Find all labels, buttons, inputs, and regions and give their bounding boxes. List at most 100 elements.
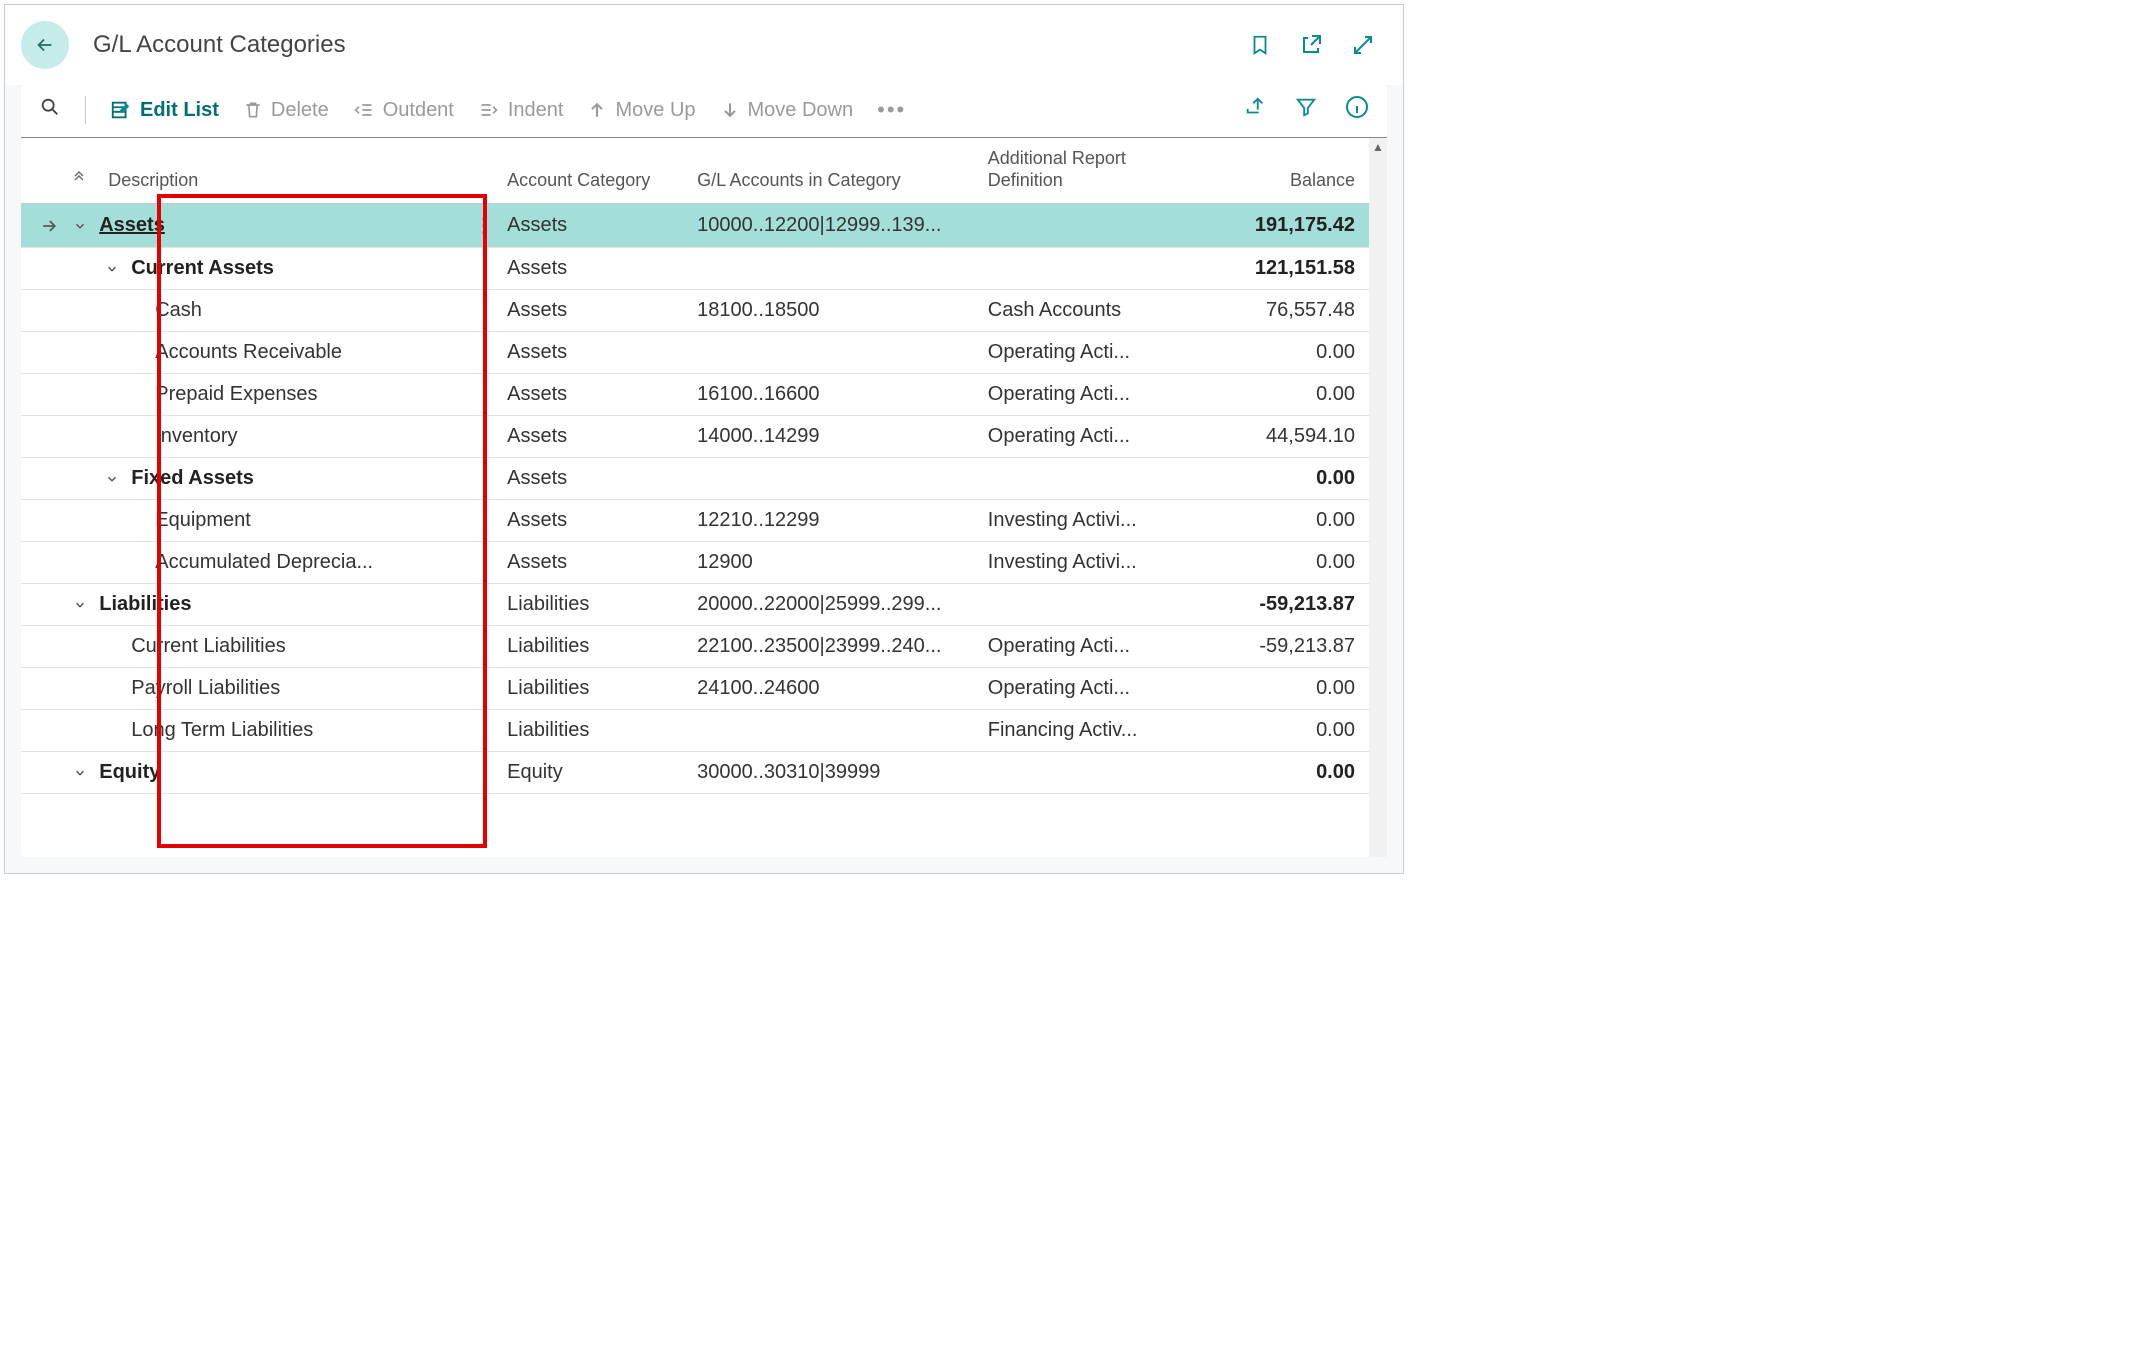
- account-category-cell[interactable]: Assets: [497, 542, 687, 584]
- more-options-icon[interactable]: ⋮: [474, 213, 494, 238]
- table-row[interactable]: Prepaid ExpensesAssets16100..16600Operat…: [21, 374, 1369, 416]
- table-row[interactable]: Current Liabilities Liabilities22100..235…: [21, 626, 1369, 668]
- gl-accounts-cell[interactable]: 10000..12200|12999..139...: [687, 204, 978, 248]
- description-cell[interactable]: Accumulated Deprecia...: [61, 542, 463, 584]
- balance-cell[interactable]: 121,151.58: [1179, 248, 1369, 290]
- table-row[interactable]: Equipment Assets12210..12299Investing Act…: [21, 500, 1369, 542]
- description-cell[interactable]: Current Liabilities: [61, 626, 463, 668]
- description-cell[interactable]: Current Assets: [61, 248, 463, 290]
- report-definition-cell[interactable]: Operating Acti...: [978, 332, 1179, 374]
- balance-cell[interactable]: 76,557.48: [1179, 290, 1369, 332]
- col-report-def[interactable]: Additional Report Definition: [978, 138, 1179, 204]
- gl-accounts-cell[interactable]: [687, 248, 978, 290]
- report-definition-cell[interactable]: Operating Acti...: [978, 668, 1179, 710]
- gl-accounts-cell[interactable]: [687, 710, 978, 752]
- description-cell[interactable]: Cash: [61, 290, 463, 332]
- col-account-category[interactable]: Account Category: [497, 138, 687, 204]
- move-down-button[interactable]: Move Down: [720, 99, 854, 122]
- description-cell[interactable]: Inventory: [61, 416, 463, 458]
- description-cell[interactable]: Liabilities: [61, 584, 463, 626]
- report-definition-cell[interactable]: Investing Activi...: [978, 542, 1179, 584]
- balance-cell[interactable]: -59,213.87: [1179, 626, 1369, 668]
- gl-accounts-cell[interactable]: 24100..24600: [687, 668, 978, 710]
- share-icon[interactable]: [1243, 96, 1267, 124]
- table-row[interactable]: LiabilitiesLiabilities20000..22000|25999…: [21, 584, 1369, 626]
- chevron-down-icon[interactable]: [71, 764, 89, 782]
- report-definition-cell[interactable]: Investing Activi...: [978, 500, 1179, 542]
- account-category-cell[interactable]: Liabilities: [497, 710, 687, 752]
- balance-cell[interactable]: 0.00: [1179, 500, 1369, 542]
- account-category-cell[interactable]: Assets: [497, 248, 687, 290]
- gl-accounts-cell[interactable]: 22100..23500|23999..240...: [687, 626, 978, 668]
- edit-list-button[interactable]: Edit List: [110, 99, 219, 122]
- gl-accounts-cell[interactable]: [687, 458, 978, 500]
- table-row[interactable]: CashAssets18100..18500Cash Accounts76,55…: [21, 290, 1369, 332]
- balance-cell[interactable]: -59,213.87: [1179, 584, 1369, 626]
- report-definition-cell[interactable]: [978, 458, 1179, 500]
- col-balance[interactable]: Balance: [1179, 138, 1369, 204]
- balance-cell[interactable]: 0.00: [1179, 458, 1369, 500]
- more-actions-icon[interactable]: •••: [877, 97, 906, 123]
- report-definition-cell[interactable]: [978, 584, 1179, 626]
- account-category-cell[interactable]: Assets: [497, 374, 687, 416]
- account-category-cell[interactable]: Equity: [497, 752, 687, 794]
- description-cell[interactable]: Fixed Assets: [61, 458, 463, 500]
- balance-cell[interactable]: 191,175.42: [1179, 204, 1369, 248]
- account-category-cell[interactable]: Liabilities: [497, 668, 687, 710]
- account-category-cell[interactable]: Assets: [497, 500, 687, 542]
- report-definition-cell[interactable]: Cash Accounts: [978, 290, 1179, 332]
- balance-cell[interactable]: 0.00: [1179, 542, 1369, 584]
- info-icon[interactable]: [1345, 95, 1369, 125]
- description-cell[interactable]: Accounts Receivable: [61, 332, 463, 374]
- table-row[interactable]: Long Term Liabilities Liabilities Financin…: [21, 710, 1369, 752]
- chevron-down-icon[interactable]: [103, 470, 121, 488]
- report-definition-cell[interactable]: Operating Acti...: [978, 416, 1179, 458]
- report-definition-cell[interactable]: [978, 248, 1179, 290]
- table-row[interactable]: Current Assets Assets 121,151.58: [21, 248, 1369, 290]
- table-row[interactable]: Fixed Assets Assets 0.00: [21, 458, 1369, 500]
- description-cell[interactable]: Equipment: [61, 500, 463, 542]
- gl-accounts-cell[interactable]: 20000..22000|25999..299...: [687, 584, 978, 626]
- description-cell[interactable]: Equity: [61, 752, 463, 794]
- report-definition-cell[interactable]: [978, 752, 1179, 794]
- chevron-down-icon[interactable]: [103, 260, 121, 278]
- indent-button[interactable]: Indent: [478, 99, 564, 122]
- outdent-button[interactable]: Outdent: [353, 99, 454, 122]
- col-gl-accounts[interactable]: G/L Accounts in Category: [687, 138, 978, 204]
- balance-cell[interactable]: 0.00: [1179, 668, 1369, 710]
- report-definition-cell[interactable]: Operating Acti...: [978, 374, 1179, 416]
- expand-icon[interactable]: [1351, 33, 1375, 57]
- gl-accounts-cell[interactable]: 30000..30310|39999: [687, 752, 978, 794]
- table-row[interactable]: Accounts Receivable Assets Operating Acti.…: [21, 332, 1369, 374]
- gl-accounts-cell[interactable]: 16100..16600: [687, 374, 978, 416]
- collapse-all-icon[interactable]: [71, 170, 87, 186]
- account-category-cell[interactable]: Assets: [497, 290, 687, 332]
- account-category-cell[interactable]: Liabilities: [497, 584, 687, 626]
- balance-cell[interactable]: 0.00: [1179, 332, 1369, 374]
- balance-cell[interactable]: 0.00: [1179, 374, 1369, 416]
- account-category-cell[interactable]: Assets: [497, 416, 687, 458]
- gl-accounts-cell[interactable]: 12210..12299: [687, 500, 978, 542]
- table-row[interactable]: Payroll Liabilities Liabilities24100..246…: [21, 668, 1369, 710]
- balance-cell[interactable]: 44,594.10: [1179, 416, 1369, 458]
- report-definition-cell[interactable]: Financing Activ...: [978, 710, 1179, 752]
- gl-accounts-cell[interactable]: 14000..14299: [687, 416, 978, 458]
- account-category-cell[interactable]: Liabilities: [497, 626, 687, 668]
- account-category-cell[interactable]: Assets: [497, 458, 687, 500]
- col-description[interactable]: Description: [61, 138, 463, 204]
- gl-accounts-cell[interactable]: 12900: [687, 542, 978, 584]
- description-cell[interactable]: Long Term Liabilities: [61, 710, 463, 752]
- chevron-down-icon[interactable]: [71, 217, 89, 235]
- balance-cell[interactable]: 0.00: [1179, 710, 1369, 752]
- balance-cell[interactable]: 0.00: [1179, 752, 1369, 794]
- table-row[interactable]: Assets⋮Assets10000..12200|12999..139...1…: [21, 204, 1369, 248]
- popout-icon[interactable]: [1299, 33, 1323, 57]
- table-row[interactable]: Inventory Assets14000..14299Operating Act…: [21, 416, 1369, 458]
- scroll-up-arrow[interactable]: ▲: [1369, 140, 1387, 154]
- description-cell[interactable]: Payroll Liabilities: [61, 668, 463, 710]
- report-definition-cell[interactable]: [978, 204, 1179, 248]
- vertical-scrollbar[interactable]: ▲: [1369, 138, 1387, 857]
- chevron-down-icon[interactable]: [71, 596, 89, 614]
- back-button[interactable]: [21, 21, 69, 69]
- account-category-cell[interactable]: Assets: [497, 332, 687, 374]
